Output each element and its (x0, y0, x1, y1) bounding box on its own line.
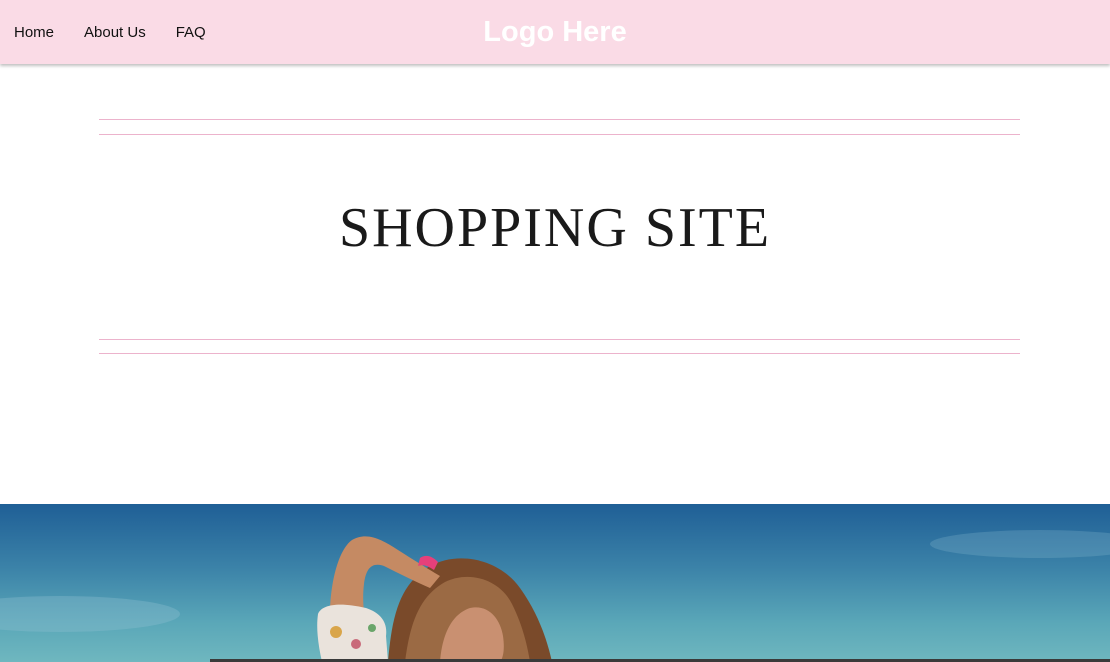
title-rule-bottom-2 (99, 353, 1020, 354)
top-navbar: Home About Us FAQ Logo Here (0, 0, 1110, 64)
nav-link-faq[interactable]: FAQ (176, 24, 206, 41)
sleeve-pattern-dot (368, 624, 376, 632)
title-rule-top-2 (99, 134, 1020, 135)
title-rule-bottom-1 (99, 339, 1020, 340)
sleeve-pattern-dot (351, 639, 361, 649)
page-title: SHOPPING SITE (338, 197, 772, 259)
nav-link-home[interactable]: Home (14, 24, 54, 41)
main-nav: Home About Us FAQ (14, 0, 236, 64)
hero-photo-illustration (0, 530, 1110, 662)
cloud-shape (0, 596, 180, 632)
cloud-shape (930, 530, 1110, 558)
sleeve-pattern-dot (330, 626, 342, 638)
hero-image (0, 504, 1110, 662)
nav-link-about-us[interactable]: About Us (84, 24, 146, 41)
title-rule-top-1 (99, 119, 1020, 120)
sleeve-shape (317, 604, 388, 662)
